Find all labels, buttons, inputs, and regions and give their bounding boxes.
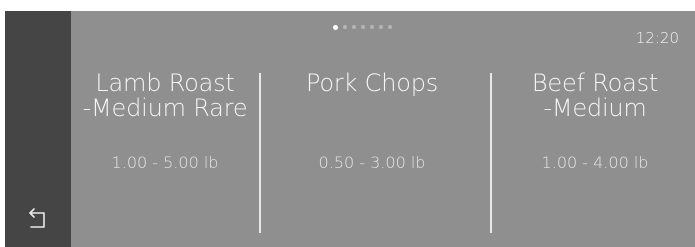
page-dot [388, 25, 392, 29]
clock: 12:20 [635, 29, 679, 47]
recipe-carousel: 12:20 Lamb Roast -Medium Rare 1.00 - 5.0… [71, 11, 695, 247]
page-dot [333, 24, 338, 30]
recipe-lamb-roast[interactable]: Lamb Roast -Medium Rare 1.00 - 5.00 lb [71, 71, 259, 231]
back-arrow-icon[interactable] [25, 204, 53, 232]
page-dot [379, 25, 383, 29]
recipe-weight-range: 1.00 - 5.00 lb [111, 153, 219, 172]
sidebar [5, 11, 71, 247]
page-dot [352, 25, 356, 29]
column-divider [259, 73, 261, 233]
page-dot [361, 25, 365, 29]
recipe-title: Pork Chops [305, 69, 439, 97]
recipe-pork-chops[interactable]: Pork Chops 0.50 - 3.00 lb [278, 71, 466, 231]
recipe-title: Lamb Roast -Medium Rare [82, 69, 248, 122]
column-divider [490, 73, 492, 233]
page-dot [370, 25, 374, 29]
oven-screen: 12:20 Lamb Roast -Medium Rare 1.00 - 5.0… [0, 0, 695, 247]
recipe-weight-range: 1.00 - 4.00 lb [541, 153, 649, 172]
page-indicator [333, 24, 392, 30]
recipe-weight-range: 0.50 - 3.00 lb [318, 153, 426, 172]
recipe-beef-roast[interactable]: Beef Roast -Medium 1.00 - 4.00 lb [501, 71, 689, 231]
recipe-title: Beef Roast -Medium [531, 69, 659, 122]
page-dot [343, 25, 347, 29]
